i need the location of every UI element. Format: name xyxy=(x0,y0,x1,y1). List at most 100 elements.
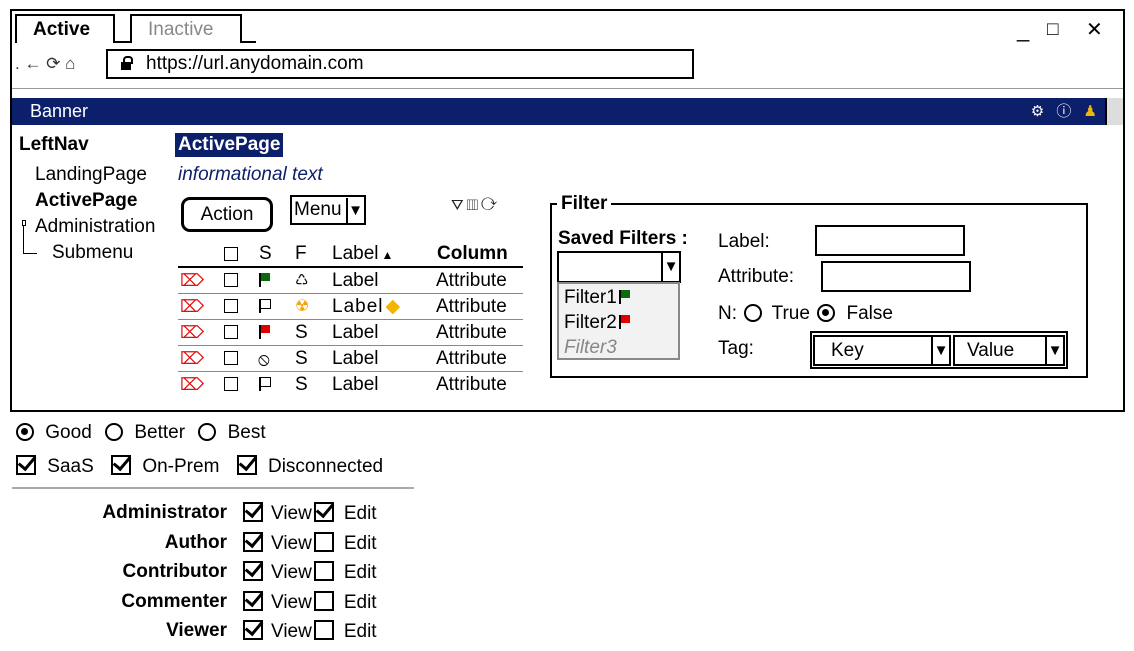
refresh-icon[interactable]: ⟳ xyxy=(481,197,500,214)
flag-green-icon[interactable] xyxy=(259,273,271,287)
flag-red-icon[interactable] xyxy=(259,325,271,339)
leftnav-item-administration[interactable]: Administration xyxy=(35,216,155,238)
filter-legend: Filter xyxy=(557,193,612,215)
leftnav-item-landingpage[interactable]: LandingPage xyxy=(35,164,147,186)
better-radio[interactable] xyxy=(105,423,124,441)
flag-empty-icon[interactable] xyxy=(259,377,271,391)
url-bar[interactable]: https://url.anydomain.com xyxy=(106,49,694,79)
row-label: Label xyxy=(332,348,379,369)
header-column[interactable]: Column xyxy=(437,241,508,267)
nav-buttons[interactable]: . ← ⟳ ⌂ xyxy=(15,54,75,74)
flag-empty-icon[interactable] xyxy=(259,299,271,313)
edit-checkbox[interactable] xyxy=(313,591,334,611)
view-checkbox[interactable] xyxy=(243,591,263,611)
row-checkbox[interactable] xyxy=(224,351,238,365)
edit-checkbox[interactable] xyxy=(313,532,334,552)
chevron-down-icon[interactable]: ▼ xyxy=(661,253,679,281)
row-checkbox[interactable] xyxy=(224,377,238,391)
action-button[interactable]: Action xyxy=(181,197,273,232)
false-radio[interactable] xyxy=(817,304,836,322)
banner-title: Banner xyxy=(30,101,89,121)
banner: Banner ⚙ ⓘ ♟ xyxy=(12,98,1123,125)
gear-icon[interactable]: ⚙ xyxy=(1031,103,1044,120)
edit-checkbox[interactable] xyxy=(313,620,334,640)
best-radio[interactable] xyxy=(198,423,217,441)
header-f[interactable]: F xyxy=(295,241,307,267)
permission-row: View Edit xyxy=(243,561,377,584)
good-radio[interactable] xyxy=(16,423,34,441)
view-label: View xyxy=(271,562,312,583)
view-checkbox[interactable] xyxy=(243,620,263,640)
select-all-checkbox[interactable] xyxy=(224,247,238,261)
saas-checkbox[interactable] xyxy=(16,455,36,475)
row-checkbox[interactable] xyxy=(224,325,238,339)
attribute-input[interactable] xyxy=(821,261,971,292)
list-item[interactable]: Filter3 xyxy=(564,337,617,359)
tab-inactive[interactable]: Inactive xyxy=(130,14,242,43)
table-row[interactable]: ⌦ ♺ Label Attribute xyxy=(178,268,523,294)
chevron-down-icon[interactable]: ▼ xyxy=(345,198,364,224)
edit-checkbox[interactable] xyxy=(313,561,334,581)
chevron-down-icon[interactable]: ▼ xyxy=(931,337,949,364)
maximize-icon[interactable]: □ xyxy=(1047,18,1058,42)
view-checkbox[interactable] xyxy=(243,561,263,581)
delete-icon[interactable]: ⌦ xyxy=(180,346,204,372)
banner-scrollbar[interactable] xyxy=(1105,98,1123,125)
table-row[interactable]: ⌦ S Label Attribute xyxy=(178,372,523,398)
row-f: S xyxy=(295,374,308,395)
leftnav-item-submenu[interactable]: Submenu xyxy=(52,242,133,264)
delete-icon[interactable]: ⌦ xyxy=(180,294,204,320)
n-label: N: xyxy=(718,303,737,324)
lock-icon xyxy=(120,56,134,70)
quality-radio-group: Good Better Best xyxy=(16,422,266,444)
filter-icon[interactable]: ⛛ xyxy=(451,197,467,214)
role-contributor: Contributor xyxy=(122,561,227,582)
label-input[interactable] xyxy=(815,225,965,256)
chevron-down-icon[interactable]: ▼ xyxy=(1045,337,1063,364)
disconnected-checkbox[interactable] xyxy=(236,455,257,475)
close-icon[interactable]: ✕ xyxy=(1086,18,1103,42)
sort-asc-icon: ▲ xyxy=(381,248,394,262)
user-icon[interactable]: ♟ xyxy=(1084,103,1097,120)
true-radio[interactable] xyxy=(744,304,763,322)
edit-label: Edit xyxy=(343,592,377,613)
row-checkbox[interactable] xyxy=(224,273,238,287)
tag-icon: ◆ xyxy=(385,296,402,317)
tag-label: Tag: xyxy=(718,338,754,359)
view-label: View xyxy=(271,533,312,554)
onprem-checkbox[interactable] xyxy=(111,455,132,475)
minimize-icon[interactable]: _ xyxy=(1017,18,1029,42)
permission-row: View Edit xyxy=(243,591,377,614)
table-row[interactable]: ⌦ ☢ Label ◆ Attribute xyxy=(178,294,523,320)
header-label[interactable]: Label ▲ xyxy=(332,241,393,268)
disconnected-label: Disconnected xyxy=(267,456,384,477)
list-item[interactable]: Filter2 xyxy=(564,312,631,334)
delete-icon[interactable]: ⌦ xyxy=(180,372,204,398)
tab-active[interactable]: Active xyxy=(15,14,115,43)
columns-icon[interactable]: ▥ xyxy=(467,197,481,214)
row-checkbox[interactable] xyxy=(224,299,238,313)
header-s[interactable]: S xyxy=(259,241,272,267)
menu-dropdown[interactable]: Menu ▼ xyxy=(290,195,366,225)
key-select[interactable]: Key ▼ xyxy=(813,335,951,366)
view-checkbox[interactable] xyxy=(243,532,263,552)
value-select[interactable]: Value ▼ xyxy=(953,335,1065,366)
table-row[interactable]: ⌦ ⦸ S Label Attribute xyxy=(178,346,523,372)
row-f: S xyxy=(295,322,308,343)
info-icon[interactable]: ⓘ xyxy=(1056,103,1071,120)
leftnav-item-activepage[interactable]: ActivePage xyxy=(35,190,137,212)
prohibited-icon[interactable]: ⦸ xyxy=(258,346,270,372)
toolbar-divider xyxy=(12,88,1123,89)
edit-checkbox[interactable] xyxy=(313,502,334,522)
permission-row: View Edit xyxy=(243,532,377,555)
delete-icon[interactable]: ⌦ xyxy=(180,320,204,346)
delete-icon[interactable]: ⌦ xyxy=(180,268,204,294)
view-checkbox[interactable] xyxy=(243,502,263,522)
banner-icons: ⚙ ⓘ ♟ xyxy=(1031,98,1097,125)
good-label: Good xyxy=(45,422,92,443)
edit-label: Edit xyxy=(343,621,377,642)
role-author: Author xyxy=(164,532,227,553)
saved-filters-select[interactable]: ▼ xyxy=(557,251,681,283)
table-row[interactable]: ⌦ S Label Attribute xyxy=(178,320,523,346)
list-item[interactable]: Filter1 xyxy=(564,287,631,309)
